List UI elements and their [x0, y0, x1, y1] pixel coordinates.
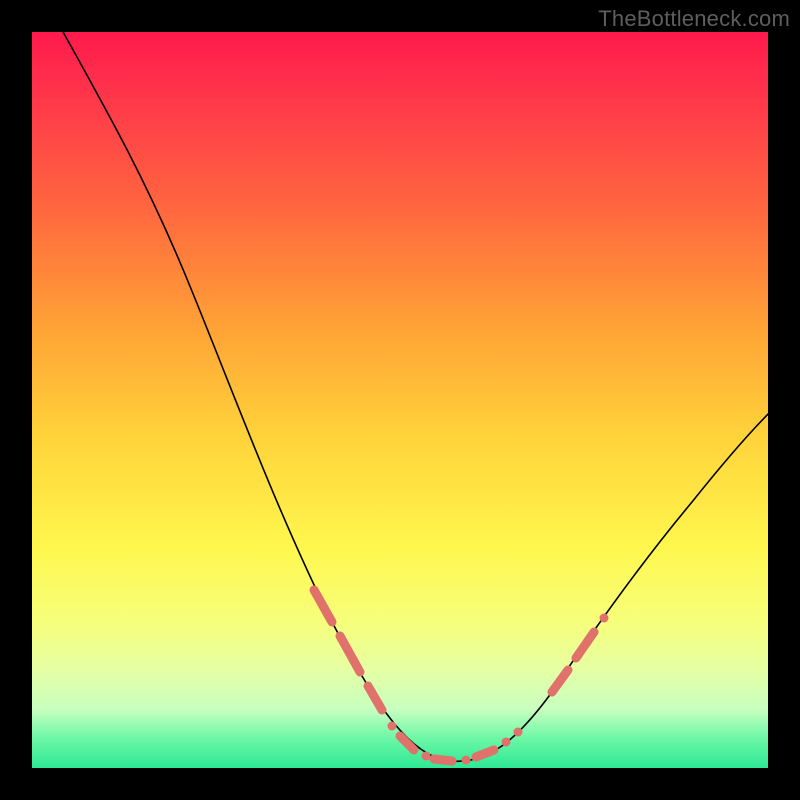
highlight-seg — [476, 750, 494, 757]
highlight-seg — [576, 632, 594, 658]
highlight-seg — [314, 590, 332, 622]
chart-plot-area — [32, 32, 768, 768]
highlight-seg — [552, 670, 568, 692]
highlight-seg — [340, 636, 360, 672]
highlight-seg — [400, 736, 414, 750]
highlight-dot — [388, 722, 397, 731]
bottleneck-curve-svg — [32, 32, 768, 768]
watermark-text: TheBottleneck.com — [598, 6, 790, 32]
bottleneck-curve — [52, 12, 792, 761]
highlight-dot — [462, 756, 471, 765]
highlight-dot — [600, 614, 609, 623]
highlight-seg — [434, 759, 452, 761]
highlight-dot — [422, 752, 431, 761]
highlight-dot — [514, 728, 523, 737]
highlight-dot — [502, 738, 511, 747]
highlight-seg — [368, 686, 382, 710]
